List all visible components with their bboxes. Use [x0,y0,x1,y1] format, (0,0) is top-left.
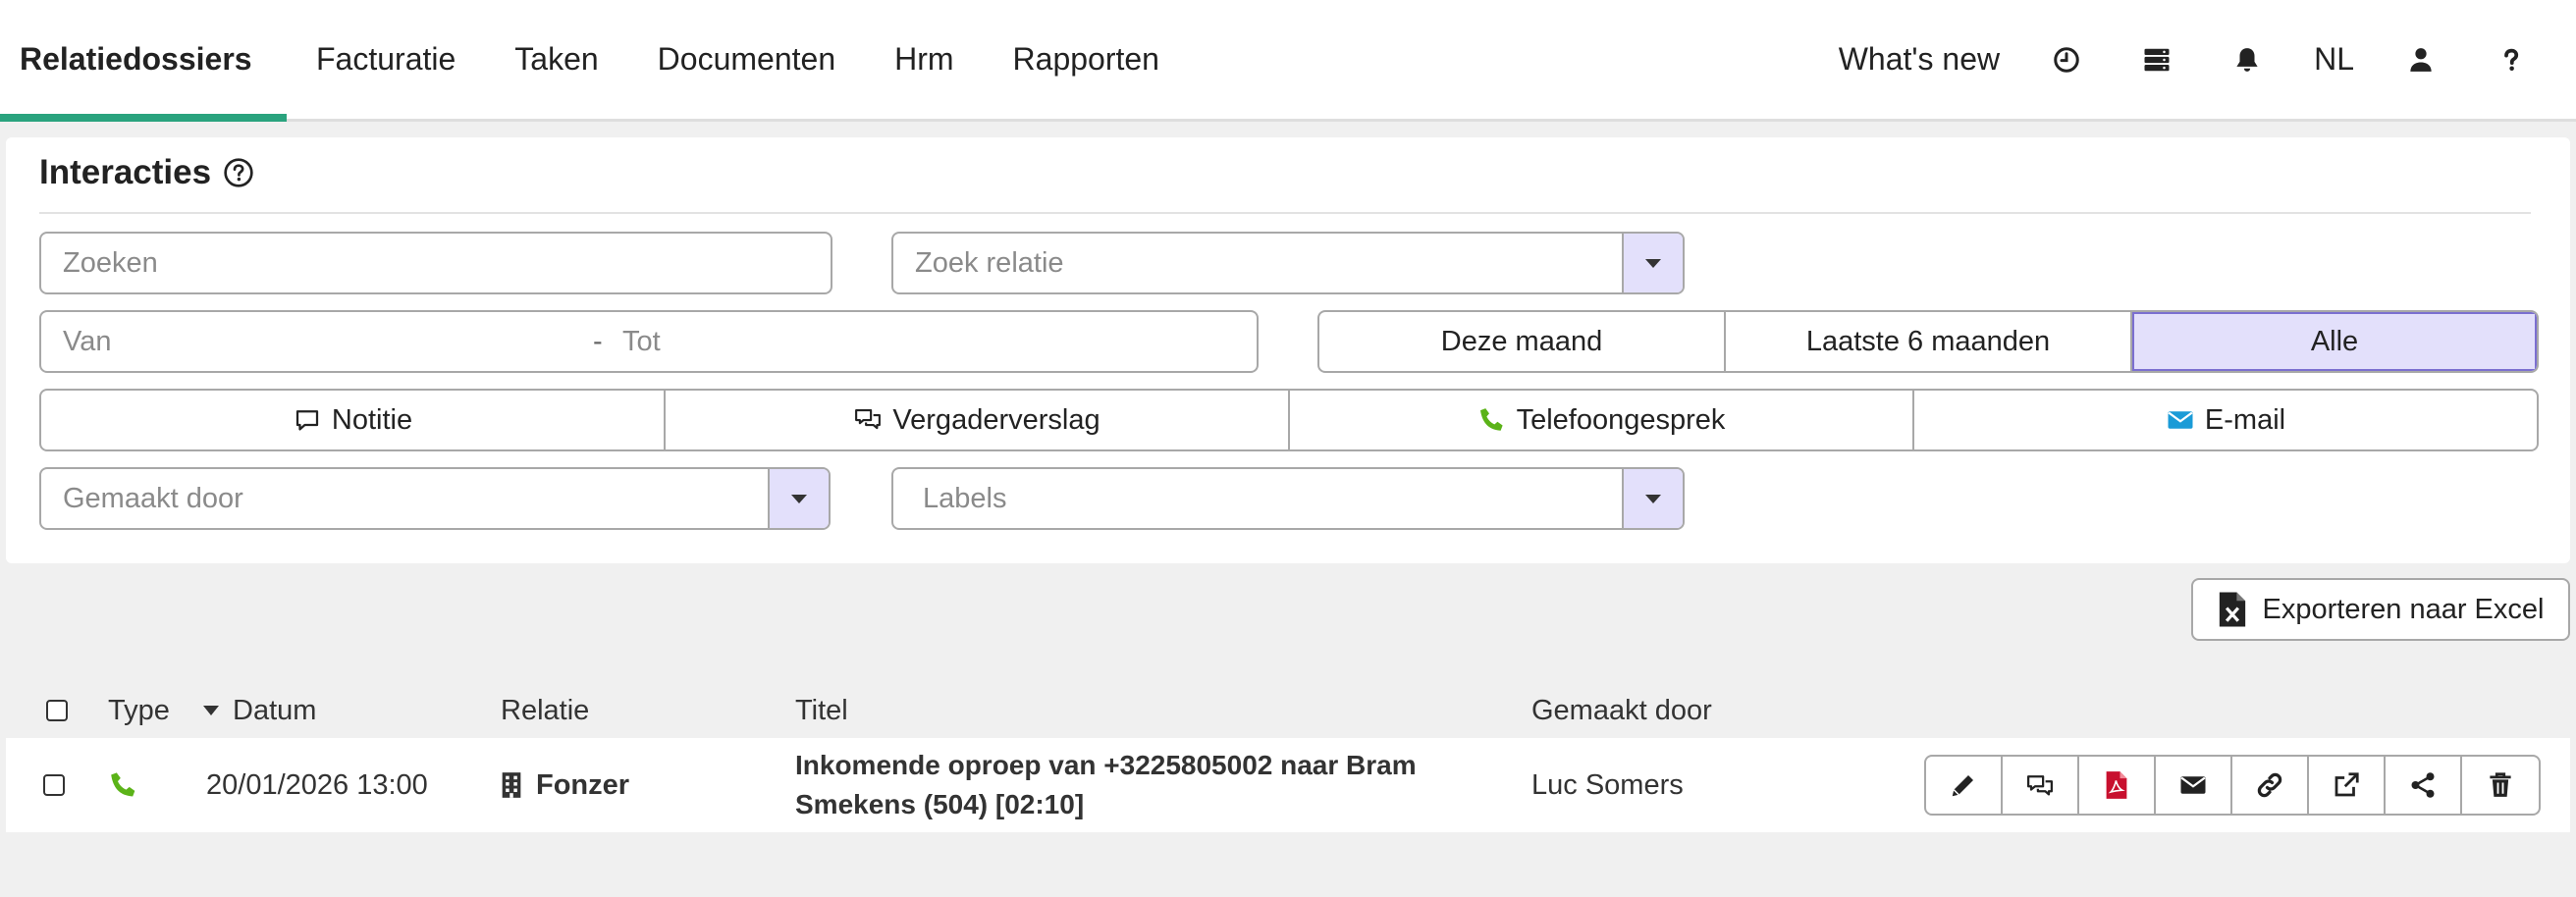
column-header-title[interactable]: Titel [795,687,848,734]
nav-utilities: What's new NL [1817,0,2576,119]
link-icon [2257,772,2282,798]
column-header-date-label: Datum [233,694,317,726]
share-button[interactable] [2386,757,2462,814]
row-created-by: Luc Somers [1531,768,1684,801]
email-button[interactable] [2156,757,2232,814]
edit-button[interactable] [1926,757,2003,814]
top-navigation: Relatiedossiers Facturatie Taken Documen… [0,0,2576,122]
created-by-select[interactable] [39,467,831,530]
period-this-month[interactable]: Deze maand [1319,312,1726,371]
search-input[interactable] [63,246,831,280]
type-phone-label: Telefoongesprek [1516,403,1726,436]
column-header-created-by[interactable]: Gemaakt door [1531,687,1712,734]
row-date: 20/01/2026 13:00 [206,768,428,801]
type-note-label: Notitie [331,403,413,436]
row-checkbox[interactable] [43,738,65,832]
nav-item-hrm[interactable]: Hrm [865,0,983,119]
page-title: Interacties [39,153,254,192]
phone-icon [1479,408,1503,431]
language-selector[interactable]: NL [2292,41,2376,78]
main-menu: Relatiedossiers Facturatie Taken Documen… [0,0,1189,122]
comments-button[interactable] [2003,757,2079,814]
export-excel-button[interactable]: Exporteren naar Excel [2191,578,2570,641]
date-range-separator: - [593,325,603,357]
export-excel-label: Exporteren naar Excel [2262,593,2545,625]
note-icon [295,410,319,431]
sort-desc-icon [203,706,219,715]
server-icon[interactable] [2112,0,2202,119]
column-header-type[interactable]: Type [108,687,170,734]
interaction-type-filter: Notitie Vergaderverslag Telefoongesprek … [39,389,2539,451]
trash-icon [2490,772,2511,797]
date-range-input: - [39,310,1259,373]
created-by-input[interactable] [63,482,829,515]
period-all[interactable]: Alle [2132,312,2537,371]
help-circle-icon[interactable] [223,157,254,188]
relation-search-input[interactable] [915,246,1683,280]
labels-input[interactable] [923,482,1683,515]
user-icon[interactable] [2376,0,2466,119]
external-link-icon [2334,772,2359,797]
meeting-icon [855,408,882,430]
relation-select[interactable] [891,232,1685,294]
pencil-icon [1952,775,1973,797]
excel-file-icon [2219,592,2245,627]
row-relation[interactable]: Fonzer [501,738,629,832]
open-external-button[interactable] [2309,757,2386,814]
caret-down-icon [1645,258,1661,268]
whats-new-link[interactable]: What's new [1817,41,2021,78]
table-row[interactable]: 20/01/2026 13:00 Fonzer Inkomende oproep… [6,738,2570,832]
type-note[interactable]: Notitie [41,391,666,449]
bell-icon[interactable] [2202,0,2292,119]
envelope-icon [2168,411,2193,429]
page-title-text: Interacties [39,153,212,191]
labels-select[interactable] [891,467,1685,530]
type-meeting[interactable]: Vergaderverslag [666,391,1290,449]
history-icon[interactable] [2021,0,2112,119]
nav-item-documenten[interactable]: Documenten [628,0,865,119]
row-type [108,738,139,832]
comments-icon [2027,775,2053,796]
period-selector: Deze maand Laatste 6 maanden Alle [1317,310,2539,373]
question-icon[interactable] [2466,0,2556,119]
date-to-input[interactable] [622,325,1211,358]
nav-item-relatiedossiers[interactable]: Relatiedossiers [0,0,287,122]
row-relation-name: Fonzer [536,768,630,801]
period-last-6-months[interactable]: Laatste 6 maanden [1726,312,2132,371]
type-phone[interactable]: Telefoongesprek [1290,391,1914,449]
caret-down-icon [791,494,807,503]
nav-item-taken[interactable]: Taken [485,0,627,119]
type-email[interactable]: E-mail [1914,391,2537,449]
date-from-input[interactable] [63,325,593,358]
link-button[interactable] [2232,757,2309,814]
labels-dropdown-button[interactable] [1622,469,1683,528]
type-meeting-label: Vergaderverslag [892,403,1100,436]
caret-down-icon [1645,494,1661,503]
column-header-relation[interactable]: Relatie [501,687,589,734]
title-divider [39,212,2531,214]
delete-button[interactable] [2462,757,2539,814]
pdf-button[interactable] [2079,757,2156,814]
building-icon [502,772,521,798]
relation-dropdown-button[interactable] [1622,234,1683,292]
column-header-date[interactable]: Datum [203,687,316,734]
pdf-icon [2106,771,2127,799]
nav-item-facturatie[interactable]: Facturatie [287,0,485,119]
row-actions [1924,755,2541,816]
share-icon [2411,772,2435,798]
phone-icon [111,772,135,797]
row-title[interactable]: Inkomende oproep van +3225805002 naar Br… [795,738,1512,832]
created-by-dropdown-button[interactable] [768,469,829,528]
table-header: Type Datum Relatie Titel Gemaakt door [0,687,2576,734]
type-email-label: E-mail [2204,403,2286,436]
select-all-checkbox[interactable] [46,687,68,734]
filter-panel: Interacties - Deze maand Laatste 6 maand… [6,137,2570,563]
envelope-icon [2180,776,2206,794]
search-input-wrapper [39,232,832,294]
nav-item-rapporten[interactable]: Rapporten [984,0,1189,119]
